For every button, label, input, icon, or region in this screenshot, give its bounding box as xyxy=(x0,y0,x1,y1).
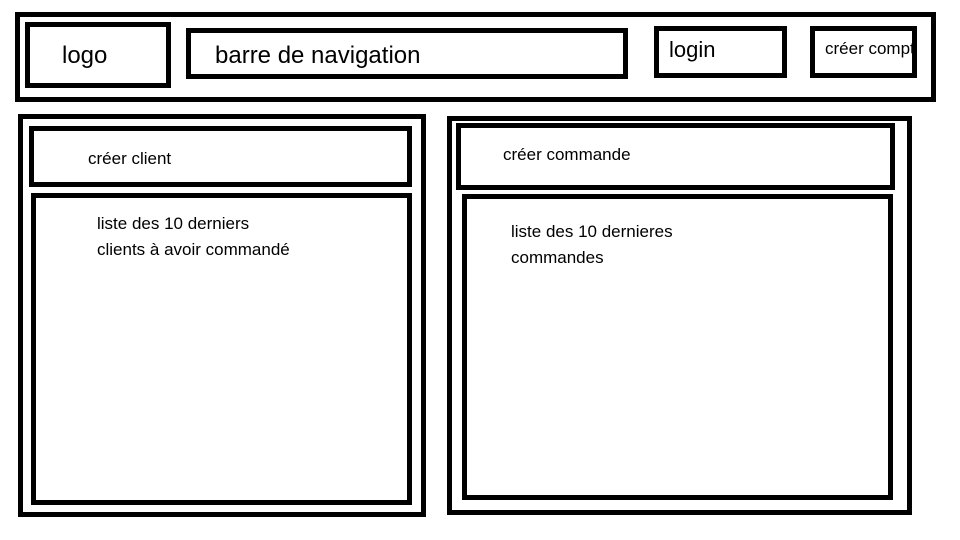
recent-orders-list-caption-line2: commandes xyxy=(511,248,604,267)
recent-orders-list[interactable]: liste des 10 dernieres commandes xyxy=(462,194,893,500)
recent-clients-list-caption-line1: liste des 10 derniers xyxy=(97,214,250,233)
logo[interactable]: logo xyxy=(25,22,171,88)
recent-clients-list-caption-line2: clients à avoir commandé xyxy=(97,240,290,259)
create-account-label: créer compte xyxy=(825,39,917,58)
create-client-button[interactable]: créer client xyxy=(29,126,412,187)
logo-label: logo xyxy=(62,42,108,69)
navigation-bar-label: barre de navigation xyxy=(215,42,421,69)
recent-clients-list[interactable]: liste des 10 derniers clients à avoir co… xyxy=(31,193,412,505)
create-account-button[interactable]: créer compte xyxy=(810,26,917,78)
create-order-label: créer commande xyxy=(503,145,631,164)
navigation-bar[interactable]: barre de navigation xyxy=(186,28,628,79)
login-label: login xyxy=(669,37,716,62)
create-order-button[interactable]: créer commande xyxy=(456,123,895,190)
recent-orders-list-caption-line1: liste des 10 dernieres xyxy=(511,222,673,241)
create-client-label: créer client xyxy=(88,149,172,168)
login-button[interactable]: login xyxy=(654,26,787,78)
